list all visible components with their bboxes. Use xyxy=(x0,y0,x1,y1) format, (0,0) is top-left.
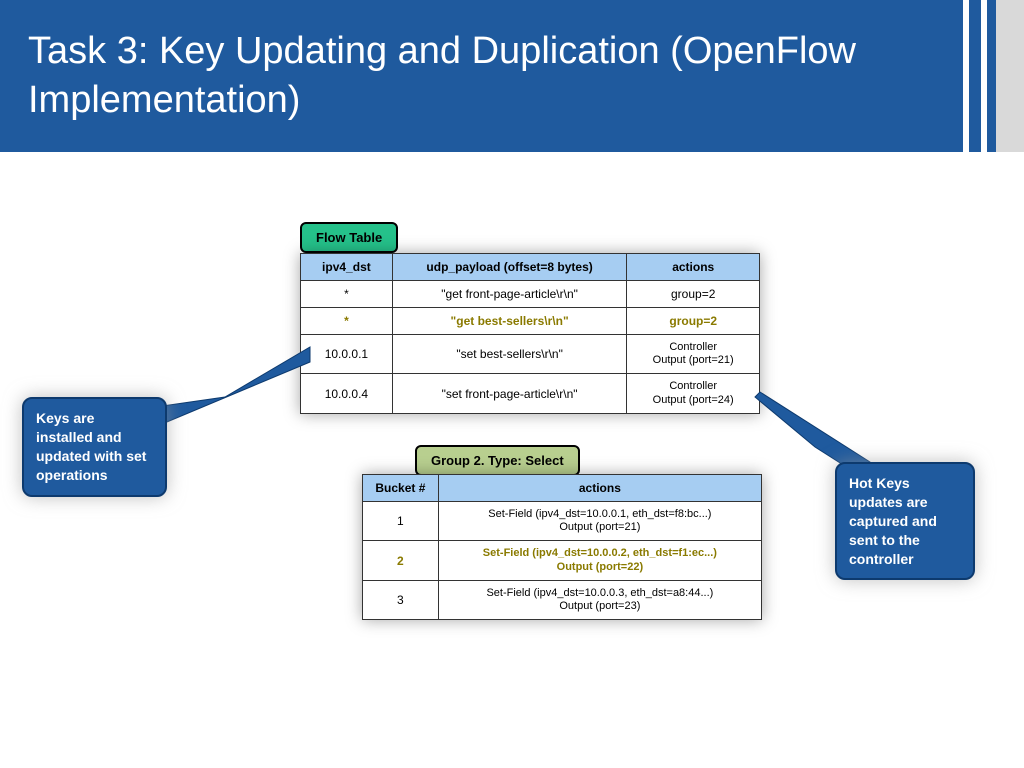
flow-th-0: ipv4_dst xyxy=(301,254,393,281)
group-cell: Set-Field (ipv4_dst=10.0.0.2, eth_dst=f1… xyxy=(438,541,761,580)
slide-header: Task 3: Key Updating and Duplication (Op… xyxy=(0,0,1024,152)
group-table-badge: Group 2. Type: Select xyxy=(415,445,580,476)
flow-row: *"get front-page-article\r\n"group=2 xyxy=(301,281,760,308)
flow-cell: "set front-page-article\r\n" xyxy=(392,374,627,413)
group-cell: 1 xyxy=(363,502,439,541)
flow-cell: * xyxy=(301,308,393,335)
group-cell: 2 xyxy=(363,541,439,580)
flow-th-1: udp_payload (offset=8 bytes) xyxy=(392,254,627,281)
group-row: 2Set-Field (ipv4_dst=10.0.0.2, eth_dst=f… xyxy=(363,541,762,580)
group-row: 3Set-Field (ipv4_dst=10.0.0.3, eth_dst=a… xyxy=(363,580,762,619)
callout-keys-installed: Keys are installed and updated with set … xyxy=(22,397,167,497)
slide-title: Task 3: Key Updating and Duplication (Op… xyxy=(28,27,996,126)
group-cell: 3 xyxy=(363,580,439,619)
header-decoration xyxy=(963,0,1024,152)
flow-cell: "get front-page-article\r\n" xyxy=(392,281,627,308)
flow-table-badge: Flow Table xyxy=(300,222,398,253)
group-cell: Set-Field (ipv4_dst=10.0.0.3, eth_dst=a8… xyxy=(438,580,761,619)
flow-row: 10.0.0.4"set front-page-article\r\n"Cont… xyxy=(301,374,760,413)
flow-cell: * xyxy=(301,281,393,308)
flow-table: ipv4_dst udp_payload (offset=8 bytes) ac… xyxy=(300,253,760,414)
group-table: Bucket # actions 1Set-Field (ipv4_dst=10… xyxy=(362,474,762,620)
flow-row: *"get best-sellers\r\n"group=2 xyxy=(301,308,760,335)
flow-table-header-row: ipv4_dst udp_payload (offset=8 bytes) ac… xyxy=(301,254,760,281)
group-row: 1Set-Field (ipv4_dst=10.0.0.1, eth_dst=f… xyxy=(363,502,762,541)
flow-cell: "set best-sellers\r\n" xyxy=(392,335,627,374)
group-th-0: Bucket # xyxy=(363,475,439,502)
flow-cell: "get best-sellers\r\n" xyxy=(392,308,627,335)
flow-cell: ControllerOutput (port=21) xyxy=(627,335,760,374)
flow-th-2: actions xyxy=(627,254,760,281)
group-table-header-row: Bucket # actions xyxy=(363,475,762,502)
flow-cell: group=2 xyxy=(627,281,760,308)
arrow-left xyxy=(155,347,315,427)
slide-content: Flow Table ipv4_dst udp_payload (offset=… xyxy=(0,152,1024,768)
flow-row: 10.0.0.1"set best-sellers\r\n"Controller… xyxy=(301,335,760,374)
flow-cell: ControllerOutput (port=24) xyxy=(627,374,760,413)
flow-cell: group=2 xyxy=(627,308,760,335)
group-cell: Set-Field (ipv4_dst=10.0.0.1, eth_dst=f8… xyxy=(438,502,761,541)
group-th-1: actions xyxy=(438,475,761,502)
callout-hot-keys: Hot Keys updates are captured and sent t… xyxy=(835,462,975,580)
